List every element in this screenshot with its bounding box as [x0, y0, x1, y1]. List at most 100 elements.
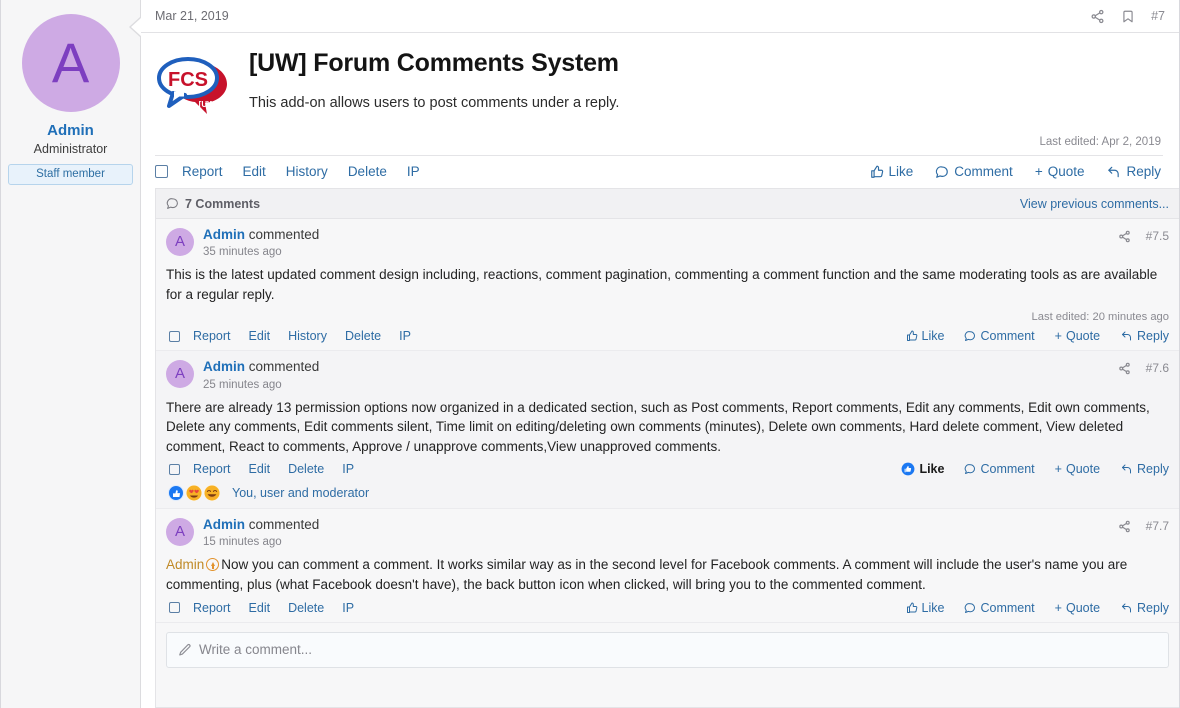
reaction-names[interactable]: You, user and moderator [232, 486, 369, 500]
comment-quote-label: Quote [1065, 462, 1101, 477]
logo-sub-text: [UW] [199, 100, 218, 109]
comment-ip-link[interactable]: IP [342, 601, 354, 615]
comment-edit-link[interactable]: Edit [249, 329, 271, 343]
comment-select-checkbox[interactable] [169, 602, 180, 613]
post-like-button[interactable]: Like [870, 164, 914, 179]
comment-reactions[interactable]: You, user and moderator [168, 485, 1169, 502]
avatar[interactable]: A [166, 518, 194, 547]
post-body: FCS [UW] [UW] Forum Comments System This… [141, 33, 1179, 188]
bookmark-icon[interactable] [1121, 9, 1135, 24]
page-title: [UW] Forum Comments System [249, 49, 619, 77]
comment-number[interactable]: #7.6 [1146, 361, 1169, 375]
comment-author[interactable]: Admin [203, 359, 245, 374]
fcs-logo: FCS [UW] [155, 50, 237, 116]
comment-timestamp[interactable]: 35 minutes ago [203, 246, 319, 258]
avatar[interactable]: A [21, 14, 120, 112]
comment-like-button[interactable]: Like [906, 329, 944, 343]
comment-author[interactable]: Admin [203, 517, 245, 532]
post-date[interactable]: Mar 21, 2019 [155, 9, 229, 23]
share-icon[interactable] [1118, 230, 1131, 243]
comment-comment-button[interactable]: Comment [964, 600, 1035, 615]
comment-quote-label: Quote [1065, 600, 1101, 615]
post-report-link[interactable]: Report [182, 164, 223, 179]
reply-arrow-icon [1106, 165, 1121, 179]
back-to-comment-icon[interactable] [206, 558, 220, 572]
comment-reply-button[interactable]: Reply [1120, 462, 1169, 476]
comment-edit-link[interactable]: Edit [249, 462, 271, 476]
thumbs-up-icon [870, 165, 884, 179]
comment-delete-link[interactable]: Delete [288, 601, 324, 615]
comment-comment-button[interactable]: Comment [964, 329, 1035, 343]
comment-ip-link[interactable]: IP [399, 329, 411, 343]
post-comment-button[interactable]: Comment [935, 164, 1013, 179]
comment-comment-label: Comment [980, 600, 1035, 615]
comment-quote-button[interactable]: + Quote [1055, 462, 1100, 476]
comment-bubble-icon [964, 463, 976, 475]
comment-bubble-icon [964, 330, 976, 342]
comment-report-link[interactable]: Report [193, 462, 231, 476]
post-quote-label: Quote [1047, 164, 1085, 179]
comment-number[interactable]: #7.5 [1146, 229, 1169, 243]
plus-icon: + [1054, 462, 1062, 477]
post-reply-button[interactable]: Reply [1106, 164, 1161, 179]
avatar[interactable]: A [166, 360, 194, 389]
share-icon[interactable] [1090, 9, 1105, 24]
reply-arrow-icon [1120, 602, 1133, 614]
comment-delete-link[interactable]: Delete [288, 462, 324, 476]
reply-arrow-icon [1120, 330, 1133, 342]
comment-report-link[interactable]: Report [193, 329, 231, 343]
comment-reply-button[interactable]: Reply [1120, 601, 1169, 615]
comment-report-link[interactable]: Report [193, 601, 231, 615]
rolling-laughing-reaction-icon [204, 485, 220, 502]
message-caret [131, 18, 141, 36]
comment-mention[interactable]: Admin [166, 557, 204, 572]
comment-action-bar: Report Edit Delete IP Like Comment + Quo… [166, 601, 1169, 615]
comment-timestamp[interactable]: 15 minutes ago [203, 536, 319, 548]
post-select-checkbox[interactable] [155, 165, 168, 178]
comment-like-button[interactable]: Like [906, 601, 944, 615]
comments-section: 7 Comments View previous comments... A A… [155, 188, 1179, 708]
comment-quote-label: Quote [1065, 329, 1101, 344]
post-header: Mar 21, 2019 #7 [141, 0, 1179, 33]
comment-select-checkbox[interactable] [169, 463, 180, 475]
comment-verb: commented [248, 359, 320, 375]
comments-count: 7 Comments [166, 197, 260, 211]
view-previous-comments-link[interactable]: View previous comments... [1020, 197, 1169, 211]
comment-comment-button[interactable]: Comment [964, 462, 1035, 477]
share-icon[interactable] [1118, 520, 1131, 533]
comment-select-checkbox[interactable] [169, 330, 180, 342]
comment-comment-label: Comment [980, 462, 1035, 477]
comment-ip-link[interactable]: IP [342, 462, 354, 476]
comment-timestamp[interactable]: 25 minutes ago [203, 379, 319, 391]
comment-history-link[interactable]: History [288, 329, 327, 343]
comment-like-button[interactable]: Like [901, 462, 944, 476]
avatar[interactable]: A [166, 228, 194, 256]
post-history-link[interactable]: History [286, 164, 328, 179]
post-number[interactable]: #7 [1151, 9, 1165, 23]
comment-action-bar: Report Edit History Delete IP Like Comme… [166, 329, 1169, 343]
comment-body: There are already 13 permission options … [166, 399, 1150, 454]
comment-edit-link[interactable]: Edit [249, 601, 271, 615]
comment-author-line: Admin commented [203, 517, 319, 533]
comment-item: A Admin commented 15 minutes ago #7.7 Ad… [156, 509, 1179, 623]
comment-number[interactable]: #7.7 [1146, 519, 1169, 533]
comment-quote-button[interactable]: + Quote [1055, 329, 1100, 343]
share-icon[interactable] [1118, 362, 1131, 375]
post-quote-button[interactable]: + Quote [1035, 164, 1085, 179]
comment-body-wrapper: Admin Now you can comment a comment. It w… [166, 555, 1169, 594]
comment-author-line: Admin commented [203, 359, 319, 375]
comment-quote-button[interactable]: + Quote [1055, 601, 1100, 615]
post-like-label: Like [888, 164, 914, 179]
comment-last-edited: Last edited: 20 minutes ago [1031, 311, 1169, 324]
comment-item: A Admin commented 25 minutes ago #7.6 Th… [156, 351, 1179, 510]
post-edit-link[interactable]: Edit [243, 164, 266, 179]
comments-header-bar: 7 Comments View previous comments... [156, 189, 1179, 219]
comment-delete-link[interactable]: Delete [345, 329, 381, 343]
post-ip-link[interactable]: IP [407, 164, 420, 179]
comment-author[interactable]: Admin [203, 227, 245, 242]
plus-icon: + [1054, 329, 1062, 344]
post-delete-link[interactable]: Delete [348, 164, 387, 179]
write-comment-input[interactable]: Write a comment... [166, 631, 1169, 668]
author-username[interactable]: Admin [1, 122, 140, 139]
comment-reply-button[interactable]: Reply [1120, 329, 1169, 343]
